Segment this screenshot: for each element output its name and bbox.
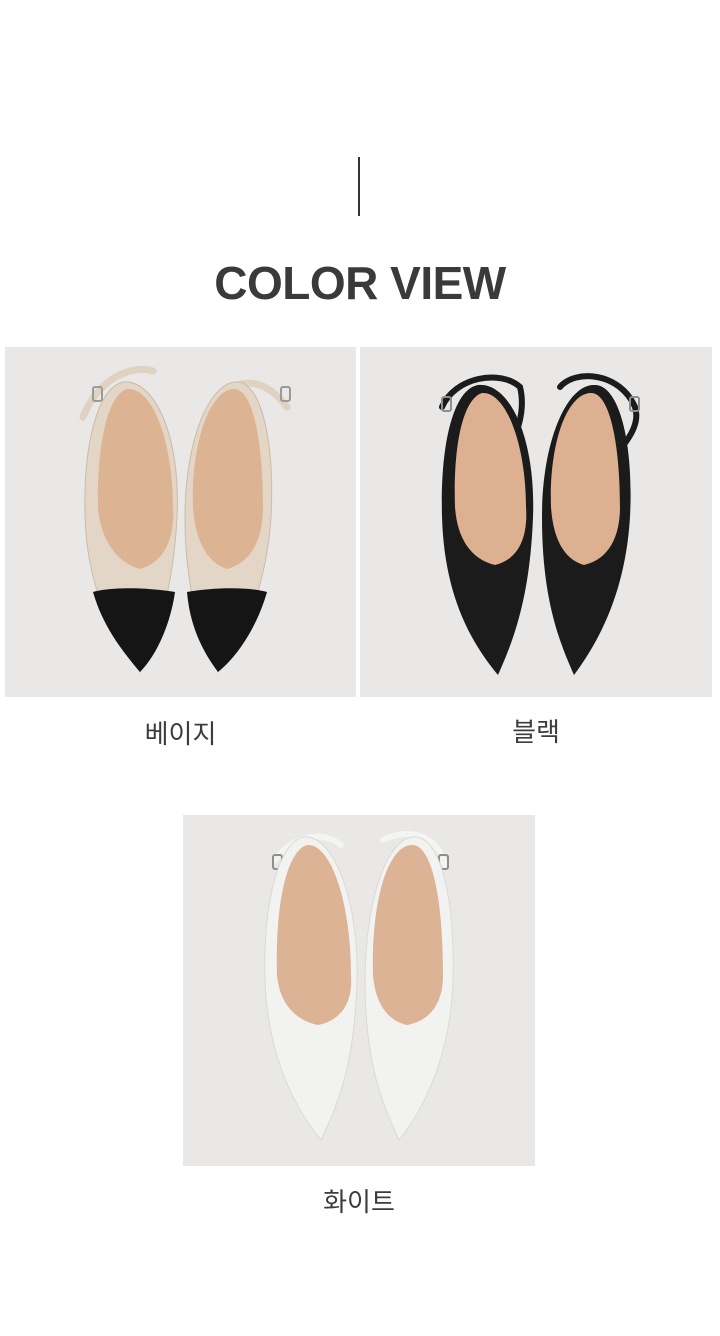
product-photo-white[interactable] <box>183 815 535 1166</box>
color-label-beige: 베이지 <box>144 720 217 750</box>
product-photo-beige[interactable] <box>5 347 356 697</box>
section-title: COLOR VIEW <box>214 257 506 309</box>
color-label-white: 화이트 <box>323 1188 395 1218</box>
white-slingback-shoes-photo <box>264 831 454 1141</box>
beige-slingback-shoes-photo <box>79 365 291 674</box>
product-photo-black[interactable] <box>360 347 712 697</box>
section-divider-line <box>358 157 360 216</box>
color-label-black: 블랙 <box>512 718 560 748</box>
black-slingback-shoes-photo <box>439 373 640 675</box>
